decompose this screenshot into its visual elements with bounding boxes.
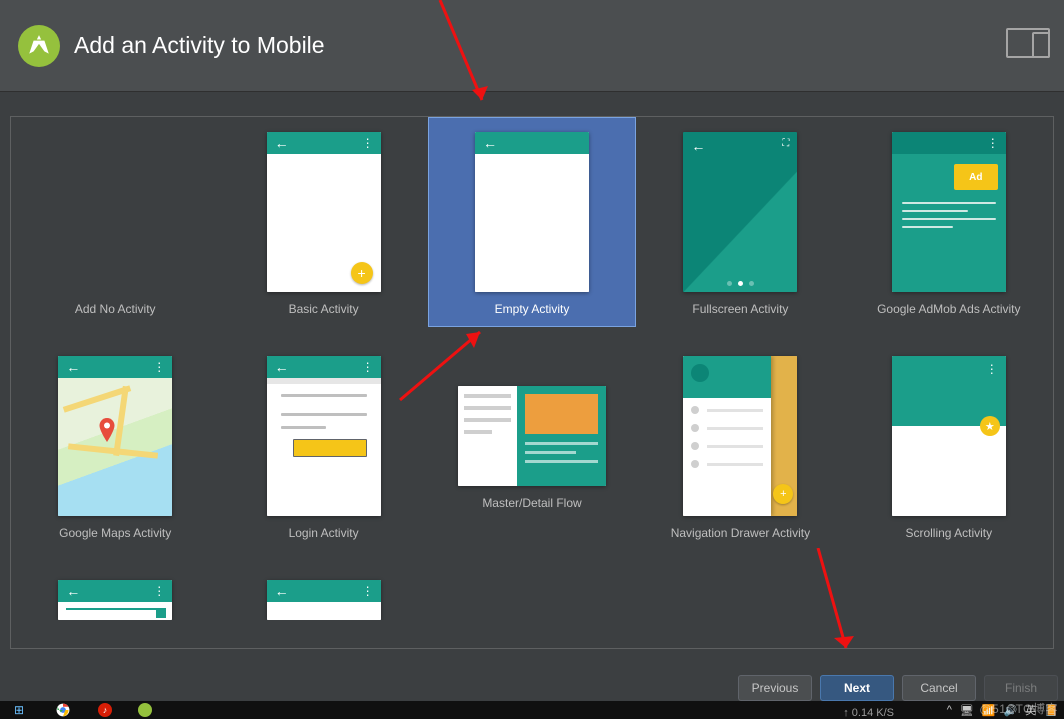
overflow-icon: ⋮ bbox=[987, 137, 998, 149]
activity-template-gallery: Add No Activity ←⋮ + Basic Activity ← Em… bbox=[10, 116, 1054, 649]
ad-badge: Ad bbox=[954, 164, 998, 190]
android-studio-taskbar-icon[interactable] bbox=[138, 703, 152, 717]
next-button[interactable]: Next bbox=[820, 675, 894, 701]
finish-button: Finish bbox=[984, 675, 1058, 701]
watermark-text: @51CTO博客 bbox=[979, 700, 1058, 717]
tile-fullscreen-activity[interactable]: ← ⛶ Fullscreen Activity bbox=[636, 117, 844, 327]
android-studio-logo-icon bbox=[18, 25, 60, 67]
previous-button[interactable]: Previous bbox=[738, 675, 812, 701]
fab-icon: + bbox=[773, 484, 793, 504]
page-title: Add an Activity to Mobile bbox=[74, 32, 325, 59]
tile-scrolling-activity[interactable]: ⋮ ★ Scrolling Activity bbox=[845, 341, 1053, 551]
windows-taskbar: ⊞ ♪ bbox=[0, 701, 1064, 719]
tile-partial-tabbed[interactable]: ←⋮ bbox=[219, 565, 427, 621]
network-speed-indicator: ↑ 0.14 K/S bbox=[843, 707, 894, 719]
tile-label: Google Maps Activity bbox=[59, 526, 171, 540]
back-arrow-icon: ← bbox=[691, 138, 705, 154]
overflow-icon: ⋮ bbox=[362, 137, 373, 149]
back-arrow-icon: ← bbox=[275, 584, 289, 598]
tile-navigation-drawer-activity[interactable]: + Navigation Drawer Activity bbox=[636, 341, 844, 551]
tile-empty-activity[interactable]: ← Empty Activity bbox=[428, 117, 636, 327]
overflow-icon: ⋮ bbox=[986, 362, 998, 376]
cancel-button[interactable]: Cancel bbox=[902, 675, 976, 701]
map-pin-icon bbox=[98, 418, 116, 447]
tile-label: Add No Activity bbox=[75, 302, 156, 316]
overflow-icon: ⋮ bbox=[362, 361, 373, 373]
fullscreen-icon: ⛶ bbox=[782, 138, 789, 149]
tray-expand-icon[interactable]: ^ bbox=[947, 704, 952, 716]
tile-basic-activity[interactable]: ← ⋮ + Basic Activity bbox=[219, 117, 427, 327]
tile-label: Master/Detail Flow bbox=[482, 496, 581, 510]
tile-add-no-activity[interactable]: Add No Activity bbox=[11, 117, 219, 327]
tile-label: Fullscreen Activity bbox=[692, 302, 788, 316]
netease-music-icon[interactable]: ♪ bbox=[98, 703, 112, 717]
tile-login-activity[interactable]: ← ⋮ Login Activity bbox=[219, 341, 427, 551]
chrome-icon[interactable] bbox=[54, 703, 72, 717]
overflow-icon: ⋮ bbox=[153, 585, 164, 597]
tile-label: Empty Activity bbox=[495, 302, 570, 316]
tile-label: Login Activity bbox=[289, 526, 359, 540]
start-button-icon[interactable]: ⊞ bbox=[10, 703, 28, 717]
fab-icon: + bbox=[351, 262, 373, 284]
tile-label: Scrolling Activity bbox=[905, 526, 992, 540]
wizard-header: Add an Activity to Mobile bbox=[0, 0, 1064, 92]
tile-master-detail-flow[interactable]: Master/Detail Flow bbox=[428, 341, 636, 551]
overflow-icon: ⋮ bbox=[362, 585, 373, 597]
star-fab-icon: ★ bbox=[980, 416, 1000, 436]
back-arrow-icon: ← bbox=[483, 136, 497, 150]
overflow-icon: ⋮ bbox=[153, 361, 164, 373]
back-arrow-icon: ← bbox=[66, 584, 80, 598]
tile-label: Navigation Drawer Activity bbox=[671, 526, 810, 540]
tray-monitor-icon[interactable]: 🖥 bbox=[960, 704, 974, 717]
back-arrow-icon: ← bbox=[66, 360, 80, 374]
tile-label: Google AdMob Ads Activity bbox=[877, 302, 1020, 316]
wizard-footer: Previous Next Cancel Finish bbox=[738, 675, 1064, 701]
tile-partial-settings[interactable]: ←⋮ bbox=[11, 565, 219, 621]
back-arrow-icon: ← bbox=[275, 136, 289, 150]
tile-label: Basic Activity bbox=[289, 302, 359, 316]
form-factor-icon bbox=[1006, 28, 1050, 58]
tile-admob-activity[interactable]: ⋮ Ad Google AdMob Ads Activity bbox=[845, 117, 1053, 327]
tile-google-maps-activity[interactable]: ← ⋮ Google Maps Activity bbox=[11, 341, 219, 551]
back-arrow-icon: ← bbox=[275, 360, 289, 374]
